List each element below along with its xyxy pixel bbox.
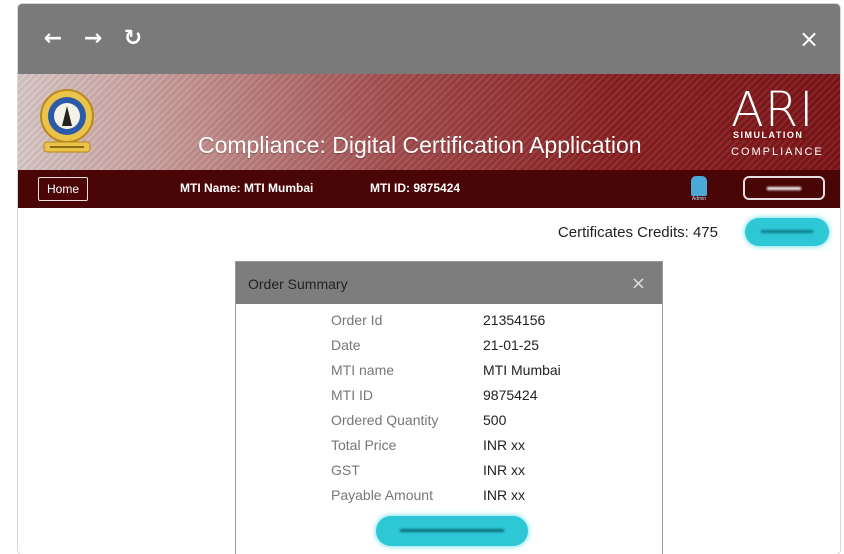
header-banner: Compliance: Digital Certification Applic… bbox=[18, 74, 840, 170]
order-id-label: Order Id bbox=[331, 312, 383, 328]
mti-name-row-value: MTI Mumbai bbox=[483, 362, 561, 378]
emblem-logo bbox=[40, 89, 94, 153]
date-value: 21-01-25 bbox=[483, 337, 540, 353]
buy-credits-label-blurred bbox=[761, 230, 813, 233]
certificate-credits: Certificates Credits: 475 bbox=[557, 224, 718, 241]
modal-close-icon[interactable]: × bbox=[631, 273, 646, 294]
buy-credits-button[interactable] bbox=[745, 218, 829, 246]
mti-id-row-value: 9875424 bbox=[483, 387, 538, 403]
reload-icon[interactable]: ↻ bbox=[120, 26, 146, 52]
total-price-value: INR xx bbox=[483, 437, 525, 453]
gst-value: INR xx bbox=[483, 462, 525, 478]
ari-logo-compliance: COMPLIANCE bbox=[731, 146, 824, 158]
mti-name-row: MTI name MTI Mumbai bbox=[236, 362, 662, 386]
modal-title: Order Summary bbox=[248, 276, 348, 292]
payable-amount-label: Payable Amount bbox=[331, 487, 433, 503]
admin-figure-icon bbox=[691, 176, 707, 196]
date-row: Date 21-01-25 bbox=[236, 337, 662, 361]
ordered-quantity-value: 500 bbox=[483, 412, 507, 428]
ari-logo: ARI SIMULATION COMPLIANCE bbox=[731, 84, 831, 164]
mti-id-row-label: MTI ID bbox=[331, 387, 373, 403]
browser-toolbar: ← → ↻ × bbox=[18, 4, 840, 74]
mti-id-row: MTI ID 9875424 bbox=[236, 387, 662, 411]
app-window: ← → ↻ × Compliance: Digital Certificatio… bbox=[18, 4, 840, 554]
modal-header: Order Summary × bbox=[236, 262, 662, 304]
close-window-icon[interactable]: × bbox=[796, 26, 822, 52]
order-id-value: 21354156 bbox=[483, 312, 546, 328]
app-title: Compliance: Digital Certification Applic… bbox=[198, 132, 642, 158]
back-arrow-icon[interactable]: ← bbox=[40, 26, 66, 52]
ari-logo-mark: ARI bbox=[731, 82, 815, 138]
payable-amount-value: INR xx bbox=[483, 487, 525, 503]
home-button[interactable]: Home bbox=[38, 177, 88, 201]
logout-button[interactable] bbox=[743, 176, 825, 200]
ordered-quantity-label: Ordered Quantity bbox=[331, 412, 439, 428]
admin-icon[interactable]: Admin bbox=[686, 174, 712, 204]
admin-label: Admin bbox=[691, 196, 707, 202]
mti-id-label: MTI ID: 9875424 bbox=[370, 181, 461, 195]
gst-row: GST INR xx bbox=[236, 462, 662, 486]
order-summary-modal: Order Summary × Order Id 21354156 Date 2… bbox=[235, 261, 663, 554]
proceed-to-payment-button[interactable] bbox=[376, 516, 528, 546]
logout-button-label-blurred bbox=[767, 187, 801, 190]
ari-logo-simulation: SIMULATION bbox=[731, 130, 806, 140]
date-label: Date bbox=[331, 337, 361, 353]
payable-amount-row: Payable Amount INR xx bbox=[236, 487, 662, 511]
total-price-row: Total Price INR xx bbox=[236, 437, 662, 461]
ordered-quantity-row: Ordered Quantity 500 bbox=[236, 412, 662, 436]
proceed-to-payment-label-blurred bbox=[400, 529, 504, 532]
forward-arrow-icon[interactable]: → bbox=[80, 26, 106, 52]
gst-label: GST bbox=[331, 462, 360, 478]
mti-name-row-label: MTI name bbox=[331, 362, 395, 378]
total-price-label: Total Price bbox=[331, 437, 397, 453]
mti-name-label: MTI Name: MTI Mumbai bbox=[180, 181, 314, 195]
menu-bar: Home MTI Name: MTI Mumbai MTI ID: 987542… bbox=[18, 170, 840, 208]
order-id-row: Order Id 21354156 bbox=[236, 312, 662, 336]
